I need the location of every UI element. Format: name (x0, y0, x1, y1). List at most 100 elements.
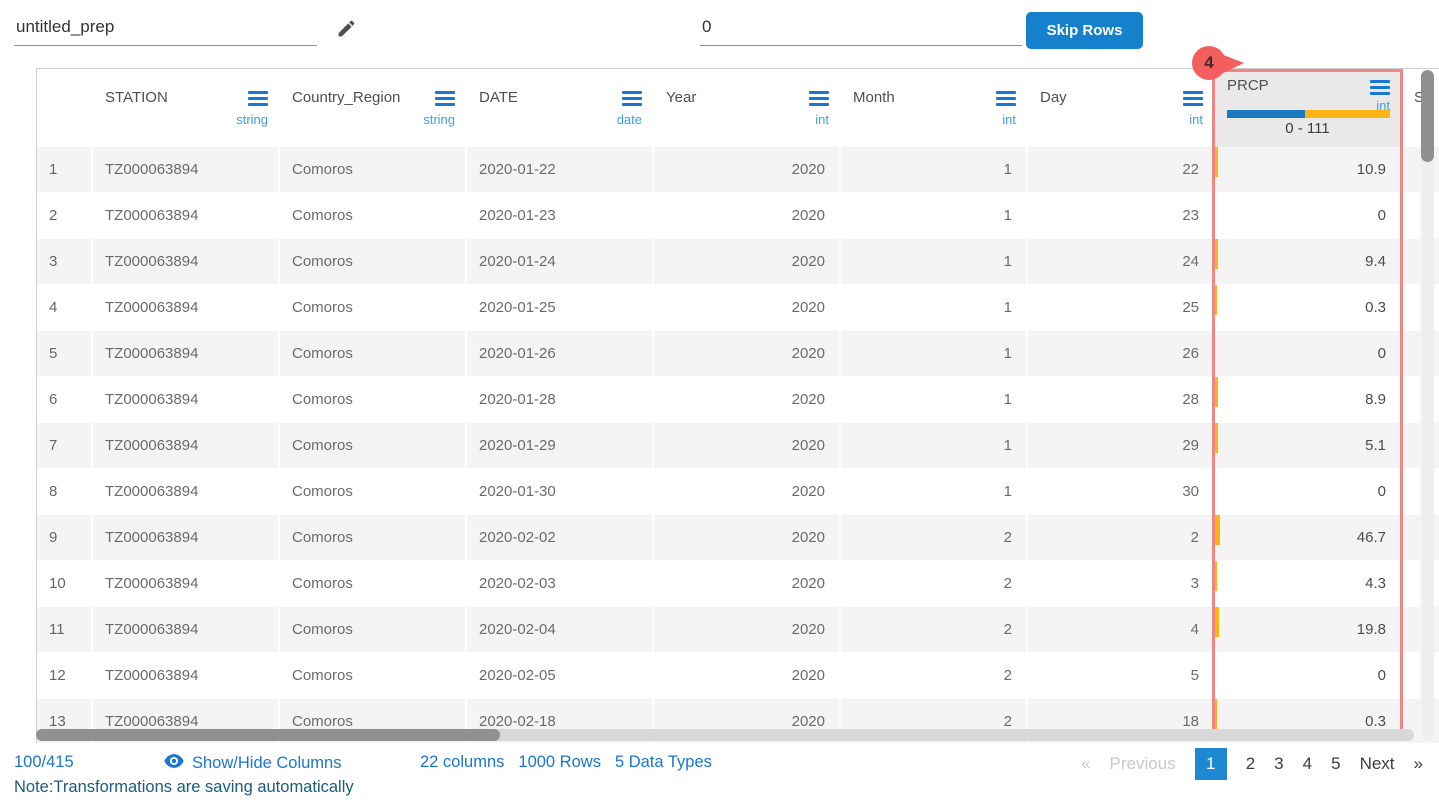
column-header-year[interactable]: Yearint (654, 72, 839, 147)
cell-year: 2020 (654, 469, 839, 514)
cell-date: 2020-02-04 (467, 607, 652, 652)
show-hide-columns-button[interactable]: Show/Hide Columns (163, 750, 341, 777)
table-body: 1TZ000063894Comoros2020-01-22202012210.9… (37, 147, 1439, 743)
column-type-label: string (236, 112, 268, 127)
prcp-value-minibar (1215, 239, 1218, 269)
cell-date: 2020-01-26 (467, 331, 652, 376)
cell-date: 2020-01-23 (467, 193, 652, 238)
cell-month: 2 (841, 653, 1026, 698)
pagination-page-1[interactable]: 1 (1195, 748, 1227, 780)
cell-year: 2020 (654, 239, 839, 284)
cell-prcp: 46.7 (1215, 515, 1400, 560)
cell-station: TZ000063894 (93, 469, 278, 514)
row-index-cell: 9 (37, 515, 91, 560)
prcp-value-minibar (1215, 423, 1218, 453)
column-header-month[interactable]: Monthint (841, 72, 1026, 147)
cell-date: 2020-01-22 (467, 147, 652, 192)
footer-bar: 100/415 Show/Hide Columns 22 columns 100… (0, 746, 1439, 780)
cell-country_region: Comoros (280, 377, 465, 422)
column-histogram (1227, 110, 1390, 118)
cell-date: 2020-01-24 (467, 239, 652, 284)
column-header-prcp[interactable]: PRCPint0 - 111 (1215, 72, 1400, 147)
cell-prcp: 0.3 (1215, 285, 1400, 330)
pagination-page-5[interactable]: 5 (1331, 754, 1340, 774)
dataset-summary: 22 columns 1000 Rows 5 Data Types (420, 753, 712, 772)
column-header-day[interactable]: Dayint (1028, 72, 1213, 147)
pagination-page-3[interactable]: 3 (1274, 754, 1283, 774)
pagination-last-arrow[interactable]: » (1414, 754, 1423, 774)
rows-count: 1000 Rows (518, 753, 601, 772)
column-type-label: string (423, 112, 455, 127)
cell-year: 2020 (654, 607, 839, 652)
cell-prcp: 4.3 (1215, 561, 1400, 606)
cell-day: 25 (1028, 285, 1213, 330)
row-index-cell: 11 (37, 607, 91, 652)
cell-day: 22 (1028, 147, 1213, 192)
edit-pencil-icon[interactable] (336, 18, 357, 44)
column-menu-icon[interactable] (1183, 91, 1203, 109)
table-row: 2TZ000063894Comoros2020-01-2320201230 (37, 193, 1439, 238)
pagination-first-arrow[interactable]: « (1081, 754, 1090, 774)
cell-year: 2020 (654, 515, 839, 560)
column-menu-icon[interactable] (622, 91, 642, 109)
column-menu-icon[interactable] (809, 91, 829, 109)
cell-country_region: Comoros (280, 653, 465, 698)
cell-day: 30 (1028, 469, 1213, 514)
vertical-scrollbar-thumb[interactable] (1421, 70, 1434, 162)
column-menu-icon[interactable] (996, 91, 1016, 109)
cell-year: 2020 (654, 377, 839, 422)
table-row: 6TZ000063894Comoros2020-01-2820201288.9 (37, 377, 1439, 422)
cell-day: 2 (1028, 515, 1213, 560)
table-row: 4TZ000063894Comoros2020-01-2520201250.3 (37, 285, 1439, 330)
table-row: 3TZ000063894Comoros2020-01-2420201249.4 (37, 239, 1439, 284)
vertical-scrollbar-track (1421, 70, 1434, 741)
row-index-cell: 1 (37, 147, 91, 192)
column-menu-icon[interactable] (248, 91, 268, 109)
prcp-value-minibar (1215, 515, 1220, 545)
cell-prcp: 0 (1215, 331, 1400, 376)
cell-day: 23 (1028, 193, 1213, 238)
cell-year: 2020 (654, 147, 839, 192)
cell-month: 1 (841, 423, 1026, 468)
skip-rows-button[interactable]: Skip Rows (1026, 12, 1143, 49)
row-index-cell: 2 (37, 193, 91, 238)
cell-country_region: Comoros (280, 239, 465, 284)
prep-name-input[interactable] (14, 10, 317, 46)
row-index-cell: 7 (37, 423, 91, 468)
table-row: 9TZ000063894Comoros2020-02-0220202246.7 (37, 515, 1439, 560)
pagination-next[interactable]: Next (1360, 754, 1395, 774)
cell-prcp: 0 (1215, 469, 1400, 514)
table-row: 1TZ000063894Comoros2020-01-22202012210.9 (37, 147, 1439, 192)
horizontal-scrollbar-thumb[interactable] (36, 729, 500, 741)
column-menu-icon[interactable] (435, 91, 455, 109)
data-prep-app: Skip Rows STATIONstringCountry_Regionstr… (0, 0, 1439, 808)
cell-date: 2020-01-25 (467, 285, 652, 330)
cell-year: 2020 (654, 285, 839, 330)
column-menu-icon[interactable] (1370, 80, 1390, 98)
pagination-page-4[interactable]: 4 (1303, 754, 1312, 774)
column-type-label: int (1002, 112, 1016, 127)
column-range-label: 0 - 111 (1215, 120, 1400, 137)
column-header-country_region[interactable]: Country_Regionstring (280, 72, 465, 147)
cell-day: 4 (1028, 607, 1213, 652)
table-row: 5TZ000063894Comoros2020-01-2620201260 (37, 331, 1439, 376)
cell-country_region: Comoros (280, 147, 465, 192)
table-row: 7TZ000063894Comoros2020-01-2920201295.1 (37, 423, 1439, 468)
cell-day: 3 (1028, 561, 1213, 606)
cell-month: 1 (841, 239, 1026, 284)
prcp-value-minibar (1215, 607, 1219, 637)
skip-rows-input[interactable] (700, 10, 1022, 46)
table-row: 10TZ000063894Comoros2020-02-032020234.3 (37, 561, 1439, 606)
column-header-station[interactable]: STATIONstring (93, 72, 278, 147)
prcp-value-minibar (1215, 561, 1217, 591)
cell-station: TZ000063894 (93, 193, 278, 238)
row-index-cell: 5 (37, 331, 91, 376)
pagination-page-2[interactable]: 2 (1246, 754, 1255, 774)
pagination-previous[interactable]: Previous (1110, 754, 1176, 774)
columns-count: 22 columns (420, 753, 504, 772)
cell-day: 5 (1028, 653, 1213, 698)
data-table: STATIONstringCountry_RegionstringDATEdat… (36, 68, 1439, 743)
column-header-date[interactable]: DATEdate (467, 72, 652, 147)
cell-date: 2020-02-03 (467, 561, 652, 606)
cell-year: 2020 (654, 653, 839, 698)
